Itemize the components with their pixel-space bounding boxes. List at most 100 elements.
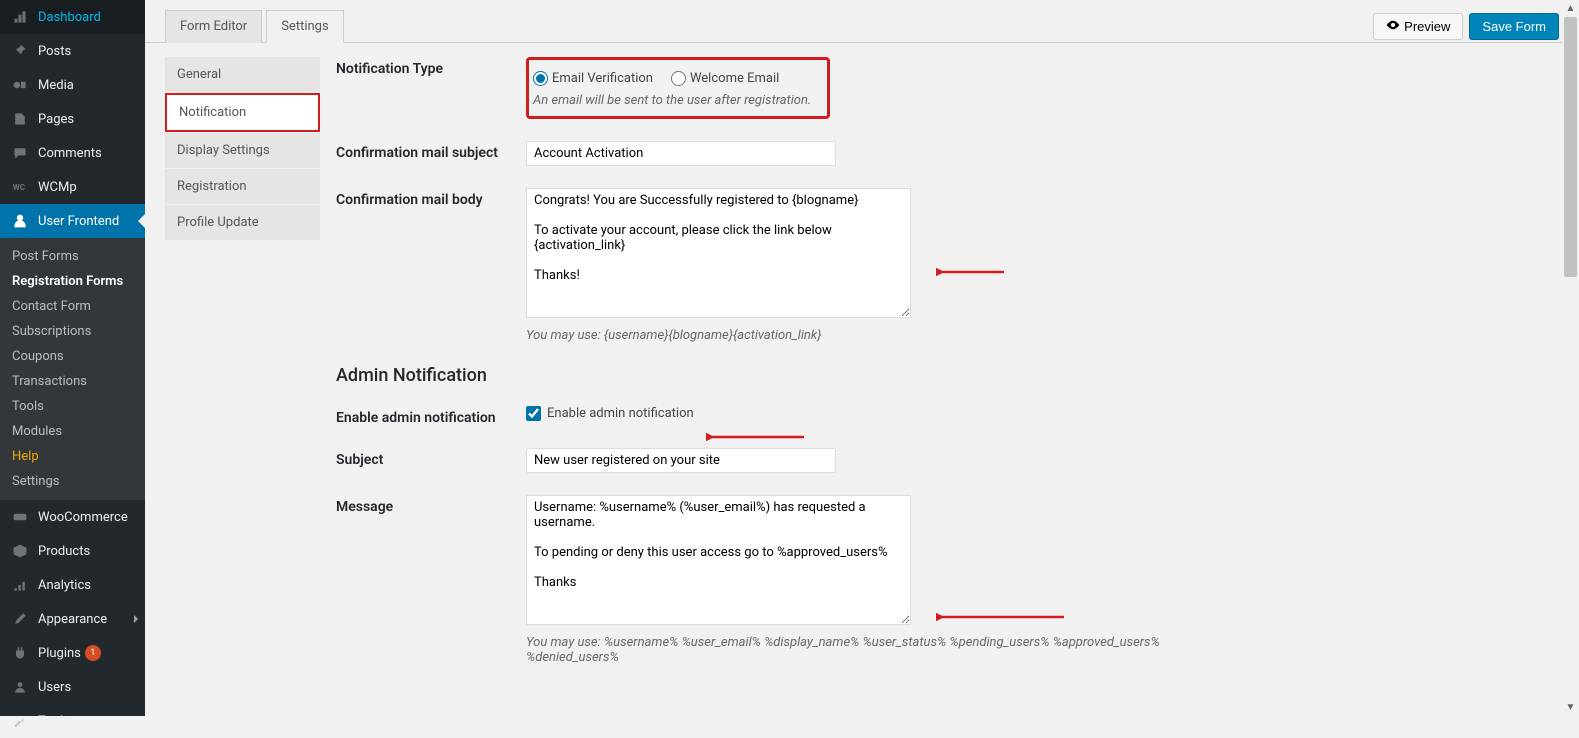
radio-welcome-email[interactable]: Welcome Email xyxy=(671,71,779,86)
menu-comments[interactable]: Comments xyxy=(0,136,145,170)
sub-subscriptions[interactable]: Subscriptions xyxy=(0,319,145,344)
pin-icon xyxy=(10,41,30,61)
scroll-down-icon[interactable]: ▼ xyxy=(1562,699,1579,716)
radio-email-label: Email Verification xyxy=(552,71,653,86)
sub-registration-forms[interactable]: Registration Forms xyxy=(0,269,145,294)
radio-hint: An email will be sent to the user after … xyxy=(533,93,811,108)
menu-user-frontend[interactable]: User Frontend xyxy=(0,204,145,238)
conf-body-hint: You may use: {username}{blogname}{activa… xyxy=(526,328,1226,343)
tab-form-editor[interactable]: Form Editor xyxy=(165,10,262,43)
conf-body-label: Confirmation mail body xyxy=(336,188,526,208)
snav-notification[interactable]: Notification xyxy=(165,93,320,132)
preview-label: Preview xyxy=(1404,19,1450,34)
snav-general[interactable]: General xyxy=(165,57,320,92)
top-toolbar: Form Editor Settings Preview Save Form xyxy=(145,0,1579,43)
menu-label: WCMp xyxy=(38,180,77,195)
menu-plugins[interactable]: Plugins 1 xyxy=(0,636,145,670)
radio-email-input[interactable] xyxy=(533,71,548,86)
menu-label: Pages xyxy=(38,112,74,127)
user-frontend-icon xyxy=(10,211,30,231)
radio-welcome-input[interactable] xyxy=(671,71,686,86)
products-icon xyxy=(10,541,30,561)
analytics-icon xyxy=(10,575,30,595)
conf-body-textarea[interactable] xyxy=(526,188,911,318)
menu-label: Plugins xyxy=(38,646,81,661)
conf-subject-input[interactable] xyxy=(526,141,836,166)
menu-users[interactable]: Users xyxy=(0,670,145,704)
menu-pages[interactable]: Pages xyxy=(0,102,145,136)
menu-dashboard[interactable]: Dashboard xyxy=(0,0,145,34)
preview-button[interactable]: Preview xyxy=(1373,13,1463,40)
menu-analytics[interactable]: Analytics xyxy=(0,568,145,602)
admin-notification-heading: Admin Notification xyxy=(336,365,1529,386)
woocommerce-icon xyxy=(10,507,30,527)
chevron-right-icon xyxy=(134,615,142,623)
snav-registration[interactable]: Registration xyxy=(165,169,320,204)
dashboard-icon xyxy=(10,7,30,27)
plug-icon xyxy=(10,643,30,663)
pages-icon xyxy=(10,109,30,129)
users-icon xyxy=(10,677,30,697)
brush-icon xyxy=(10,609,30,629)
menu-label: Analytics xyxy=(38,578,91,593)
user-frontend-submenu: Post Forms Registration Forms Contact Fo… xyxy=(0,238,145,500)
notification-type-label: Notification Type xyxy=(336,57,526,77)
radio-welcome-label: Welcome Email xyxy=(690,71,779,86)
admin-msg-label: Message xyxy=(336,495,526,515)
enable-admin-label: Enable admin notification xyxy=(336,406,526,426)
save-button[interactable]: Save Form xyxy=(1469,13,1559,40)
menu-label: Users xyxy=(38,680,71,695)
menu-label: Media xyxy=(38,78,74,93)
admin-msg-hint: You may use: %username% %user_email% %di… xyxy=(526,635,1226,665)
menu-appearance[interactable]: Appearance xyxy=(0,602,145,636)
snav-profile-update[interactable]: Profile Update xyxy=(165,205,320,240)
sub-help[interactable]: Help xyxy=(0,444,145,469)
sub-tools[interactable]: Tools xyxy=(0,394,145,419)
comment-icon xyxy=(10,143,30,163)
notification-radio-highlight: Email Verification Welcome Email An emai… xyxy=(526,57,830,119)
scroll-thumb[interactable] xyxy=(1564,17,1577,277)
enable-admin-cb-label: Enable admin notification xyxy=(547,406,694,421)
menu-wcmp[interactable]: WC WCMp xyxy=(0,170,145,204)
snav-display[interactable]: Display Settings xyxy=(165,133,320,168)
sub-settings[interactable]: Settings xyxy=(0,469,145,494)
wrench-icon xyxy=(10,711,30,731)
menu-label: Posts xyxy=(38,44,71,59)
svg-text:WC: WC xyxy=(13,183,25,192)
vertical-scrollbar[interactable]: ▲ ▼ xyxy=(1562,0,1579,716)
enable-admin-checkbox-wrap[interactable]: Enable admin notification xyxy=(526,406,1226,421)
admin-sidebar: Dashboard Posts Media Pages Comments WC … xyxy=(0,0,145,716)
main-content: Form Editor Settings Preview Save Form G… xyxy=(145,0,1579,716)
menu-label: Products xyxy=(38,544,90,559)
plugins-badge: 1 xyxy=(85,645,101,661)
sub-post-forms[interactable]: Post Forms xyxy=(0,244,145,269)
menu-label: Appearance xyxy=(38,612,107,627)
enable-admin-checkbox[interactable] xyxy=(526,406,541,421)
admin-subject-label: Subject xyxy=(336,448,526,468)
menu-media[interactable]: Media xyxy=(0,68,145,102)
settings-nav: General Notification Display Settings Re… xyxy=(165,57,320,687)
scroll-up-icon[interactable]: ▲ xyxy=(1562,0,1579,17)
menu-label: User Frontend xyxy=(38,214,119,229)
arrow-annotation-2 xyxy=(706,427,806,447)
sub-contact-form[interactable]: Contact Form xyxy=(0,294,145,319)
sub-coupons[interactable]: Coupons xyxy=(0,344,145,369)
menu-label: WooCommerce xyxy=(38,510,128,525)
media-icon xyxy=(10,75,30,95)
sub-transactions[interactable]: Transactions xyxy=(0,369,145,394)
tab-settings[interactable]: Settings xyxy=(266,10,343,43)
menu-label: Dashboard xyxy=(38,10,101,25)
sub-modules[interactable]: Modules xyxy=(0,419,145,444)
wcmp-icon: WC xyxy=(10,177,30,197)
radio-email-verification[interactable]: Email Verification xyxy=(533,71,653,86)
eye-icon xyxy=(1386,18,1400,35)
settings-panel: Notification Type Email Verification xyxy=(336,57,1559,687)
menu-label: Comments xyxy=(38,146,102,161)
admin-subject-input[interactable] xyxy=(526,448,836,473)
menu-tools[interactable]: Tools xyxy=(0,704,145,738)
menu-products[interactable]: Products xyxy=(0,534,145,568)
menu-woocommerce[interactable]: WooCommerce xyxy=(0,500,145,534)
admin-msg-textarea[interactable] xyxy=(526,495,911,625)
conf-subject-label: Confirmation mail subject xyxy=(336,141,526,161)
menu-posts[interactable]: Posts xyxy=(0,34,145,68)
